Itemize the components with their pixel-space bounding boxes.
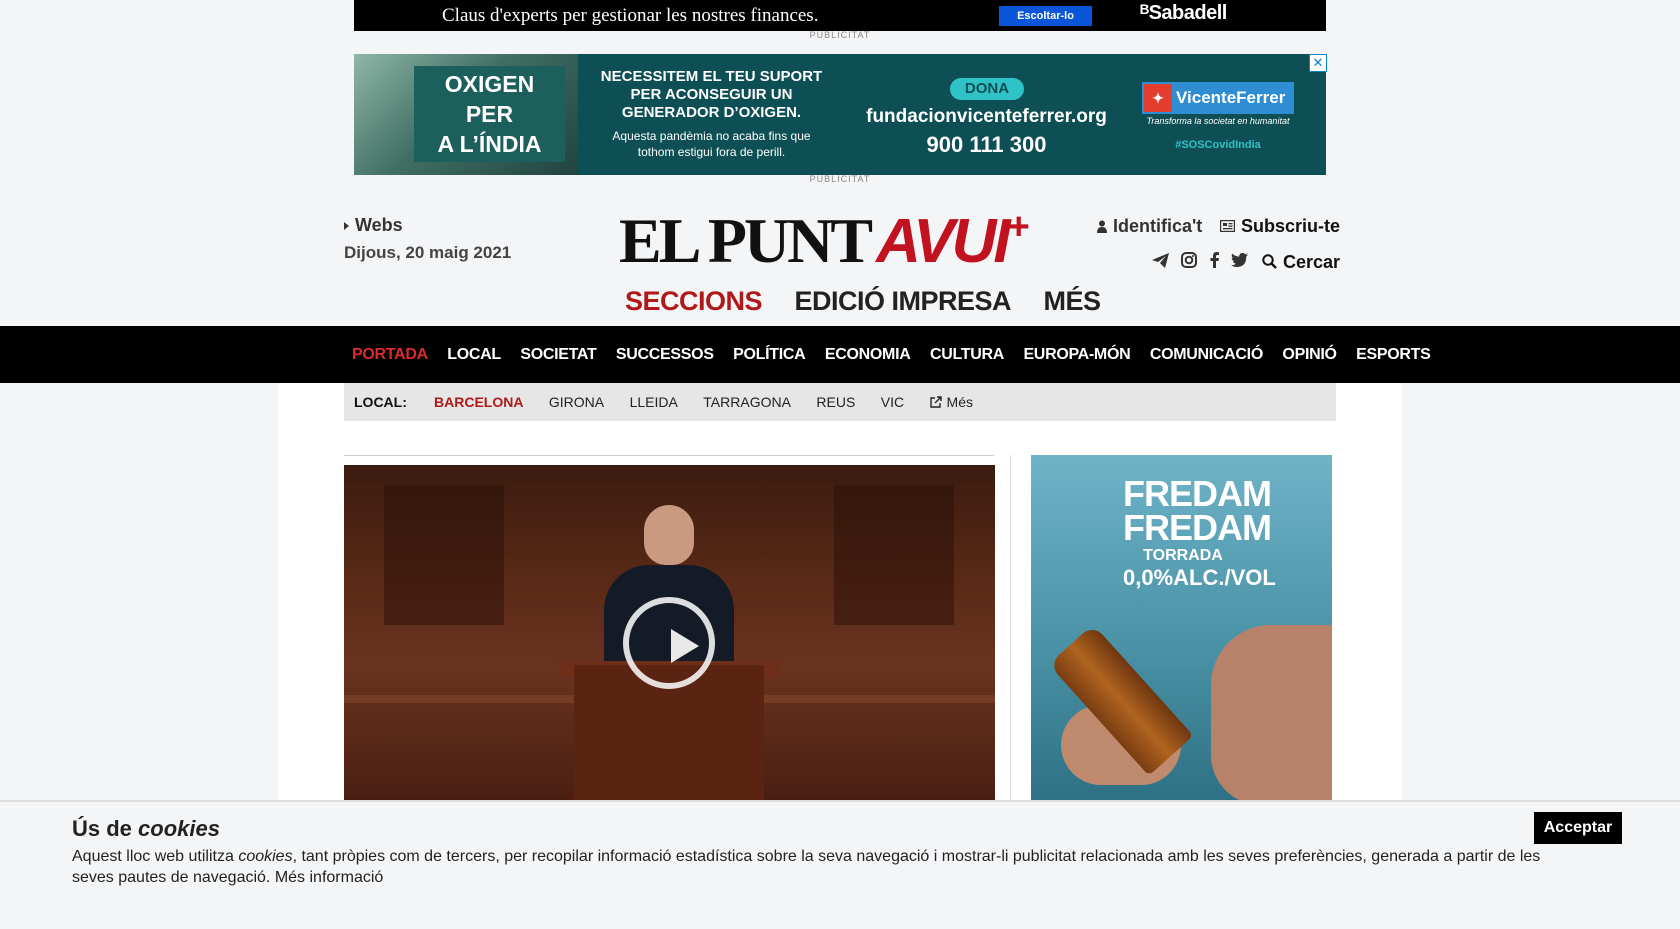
featured-video[interactable] — [344, 465, 995, 800]
section-nav: SECCIONS EDICIÓ IMPRESA MÉS — [625, 286, 1128, 317]
logo-avui: AVUI — [876, 207, 1011, 276]
local-item-barcelona[interactable]: BARCELONA — [434, 394, 523, 410]
current-date: Dijous, 20 maig 2021 — [344, 243, 512, 262]
play-button-icon[interactable] — [623, 597, 715, 689]
ad-hospital-image: OXIGEN PER A L’ÍNDIA — [354, 54, 578, 175]
side-ad-brand: FREDAM FREDAM — [1123, 473, 1272, 548]
cookie-text-a: Aquest lloc web utilitza — [72, 848, 234, 865]
local-item-girona[interactable]: GIRONA — [549, 394, 604, 410]
nav-item-europa-mon[interactable]: EUROPA-MÓN — [1023, 326, 1130, 383]
search-link[interactable]: Cercar — [1262, 252, 1340, 273]
nav-item-esports[interactable]: ESPORTS — [1356, 326, 1431, 383]
nav-item-portada[interactable]: PORTADA — [352, 326, 428, 383]
webs-menu[interactable]: Webs — [344, 215, 403, 236]
ad-subtext: Aquesta pandèmia no acaba fins que totho… — [612, 129, 811, 159]
play-triangle — [671, 629, 699, 663]
cookie-title: Ús de cookies — [72, 816, 220, 842]
top-ad-brand-logo: ᴮSabadell — [1140, 2, 1227, 24]
cookie-more-info-link[interactable]: Més informació — [275, 869, 383, 886]
local-item-lleida[interactable]: LLEIDA — [630, 394, 678, 410]
telegram-icon[interactable] — [1152, 252, 1169, 273]
divider — [344, 455, 994, 456]
facebook-icon[interactable] — [1210, 252, 1219, 273]
newspaper-icon — [1219, 219, 1236, 233]
wood-panel — [834, 485, 954, 625]
login-link[interactable]: Identifica't — [1097, 216, 1202, 237]
search-label: Cercar — [1283, 252, 1341, 272]
nav-item-comunicacio[interactable]: COMUNICACIÓ — [1150, 326, 1263, 383]
ad-brand-name: VicenteFerrer — [1176, 88, 1286, 107]
login-label: Identifica't — [1113, 216, 1203, 236]
cookie-title-em: cookies — [138, 816, 220, 841]
side-beer-ad[interactable]: FREDAM FREDAM TORRADA 0,0%ALC./VOL — [1031, 455, 1332, 800]
subscribe-label: Subscriu-te — [1241, 216, 1341, 236]
twitter-icon[interactable] — [1231, 253, 1249, 272]
ad-label: PUBLICITAT — [809, 30, 871, 40]
top-ad-listen-button[interactable]: Escoltar-lo — [999, 6, 1092, 26]
speaker-head — [644, 505, 694, 565]
print-edition-menu[interactable]: EDICIÓ IMPRESA — [794, 286, 1011, 316]
ad-close-icon[interactable]: ✕ — [1309, 54, 1327, 72]
site-logo[interactable]: EL PUNTAVUI+ — [619, 208, 1030, 273]
local-item-tarragona[interactable]: TARRAGONA — [703, 394, 791, 410]
ad-tagline: Transforma la societat en humanitat — [1146, 116, 1290, 126]
ad-headline: OXIGEN PER A L’ÍNDIA — [414, 66, 565, 162]
webs-label: Webs — [355, 215, 403, 235]
local-nav-label: LOCAL: — [354, 394, 407, 410]
cookie-banner: Ús de cookies Aquest lloc web utilitza c… — [0, 800, 1680, 929]
ad-message: NECESSITEM EL TEU SUPORT PER ACONSEGUIR … — [600, 68, 823, 121]
logo-el-punt: EL PUNT — [619, 205, 873, 276]
ad-brand-logo: ✦ VicenteFerrer — [1142, 82, 1294, 114]
ad-label: PUBLICITAT — [809, 174, 871, 184]
side-ad-alcohol: 0,0%ALC./VOL — [1123, 565, 1276, 590]
external-link-icon — [929, 396, 942, 408]
user-icon — [1097, 220, 1107, 233]
main-nav-list: PORTADA LOCAL SOCIETAT SUCCESSOS POLÍTIC… — [352, 326, 1445, 383]
top-banner-ad[interactable]: Claus d'experts per gestionar les nostre… — [354, 0, 1326, 31]
main-nav: PORTADA LOCAL SOCIETAT SUCCESSOS POLÍTIC… — [0, 326, 1680, 383]
ad-man-face — [1211, 625, 1332, 800]
nav-item-politica[interactable]: POLÍTICA — [733, 326, 806, 383]
ad-phone: 900 111 300 — [926, 132, 1047, 157]
cookie-text-em: cookies — [238, 848, 293, 865]
vf-logo-icon: ✦ — [1144, 84, 1172, 112]
local-item-reus[interactable]: REUS — [816, 394, 855, 410]
local-item-vic[interactable]: VIC — [881, 394, 904, 410]
cookie-accept-button[interactable]: Acceptar — [1534, 812, 1622, 844]
charity-banner-ad[interactable]: OXIGEN PER A L’ÍNDIA NECESSITEM EL TEU S… — [354, 54, 1327, 175]
cookie-title-text: Ús de — [72, 816, 132, 841]
more-menu[interactable]: MÉS — [1043, 286, 1101, 316]
nav-item-societat[interactable]: SOCIETAT — [520, 326, 596, 383]
local-item-more[interactable]: Més — [929, 394, 994, 410]
nav-item-economia[interactable]: ECONOMIA — [825, 326, 911, 383]
nav-item-local[interactable]: LOCAL — [447, 326, 501, 383]
ad-headline-line2: A L’ÍNDIA — [437, 131, 542, 157]
ad-url: fundacionvicenteferrer.org — [866, 106, 1107, 127]
ad-donate-button[interactable]: DONA — [950, 78, 1024, 100]
logo-plus: + — [1007, 206, 1030, 248]
sections-menu[interactable]: SECCIONS — [625, 286, 763, 316]
nav-item-cultura[interactable]: CULTURA — [930, 326, 1004, 383]
ad-headline-line1: OXIGEN PER — [444, 71, 535, 127]
social-links — [1152, 252, 1256, 273]
nav-item-opinio[interactable]: OPINIÓ — [1282, 326, 1337, 383]
search-icon — [1262, 254, 1277, 269]
local-more-label: Més — [946, 394, 973, 410]
column-divider — [1010, 455, 1011, 800]
subscribe-link[interactable]: Subscriu-te — [1219, 216, 1341, 237]
local-nav: LOCAL: BARCELONA GIRONA LLEIDA TARRAGONA… — [344, 383, 1336, 421]
ad-hashtag: #SOSCovidIndia — [1175, 139, 1261, 151]
local-nav-list: BARCELONA GIRONA LLEIDA TARRAGONA REUS V… — [434, 394, 1015, 412]
wood-panel — [384, 485, 504, 625]
side-ad-variant: TORRADA — [1143, 547, 1223, 564]
caret-right-icon — [344, 222, 349, 231]
nav-item-successos[interactable]: SUCCESSOS — [616, 326, 714, 383]
top-ad-text: Claus d'experts per gestionar les nostre… — [442, 5, 819, 26]
cookie-text: Aquest lloc web utilitza cookies, tant p… — [72, 846, 1552, 888]
instagram-icon[interactable] — [1181, 252, 1198, 273]
